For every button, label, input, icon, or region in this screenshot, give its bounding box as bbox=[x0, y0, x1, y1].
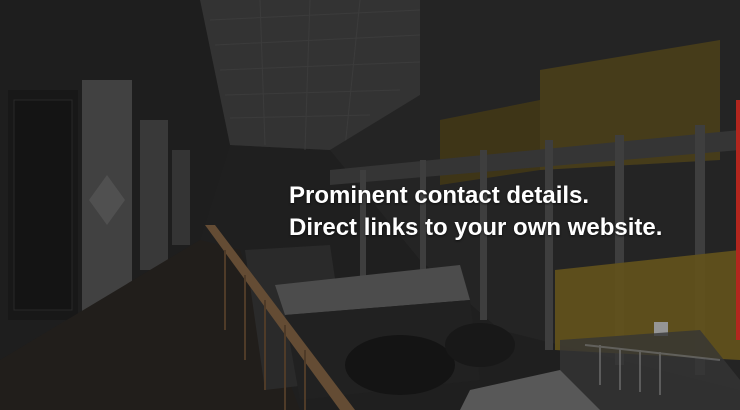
caption-line-1: Prominent contact details. bbox=[289, 182, 590, 209]
red-edge-strip bbox=[736, 100, 740, 340]
slide-frame: Prominent contact details. Direct links … bbox=[0, 0, 740, 410]
slide-caption: Prominent contact details. Direct links … bbox=[289, 180, 662, 244]
caption-line-2: Direct links to your own website. bbox=[289, 214, 663, 241]
